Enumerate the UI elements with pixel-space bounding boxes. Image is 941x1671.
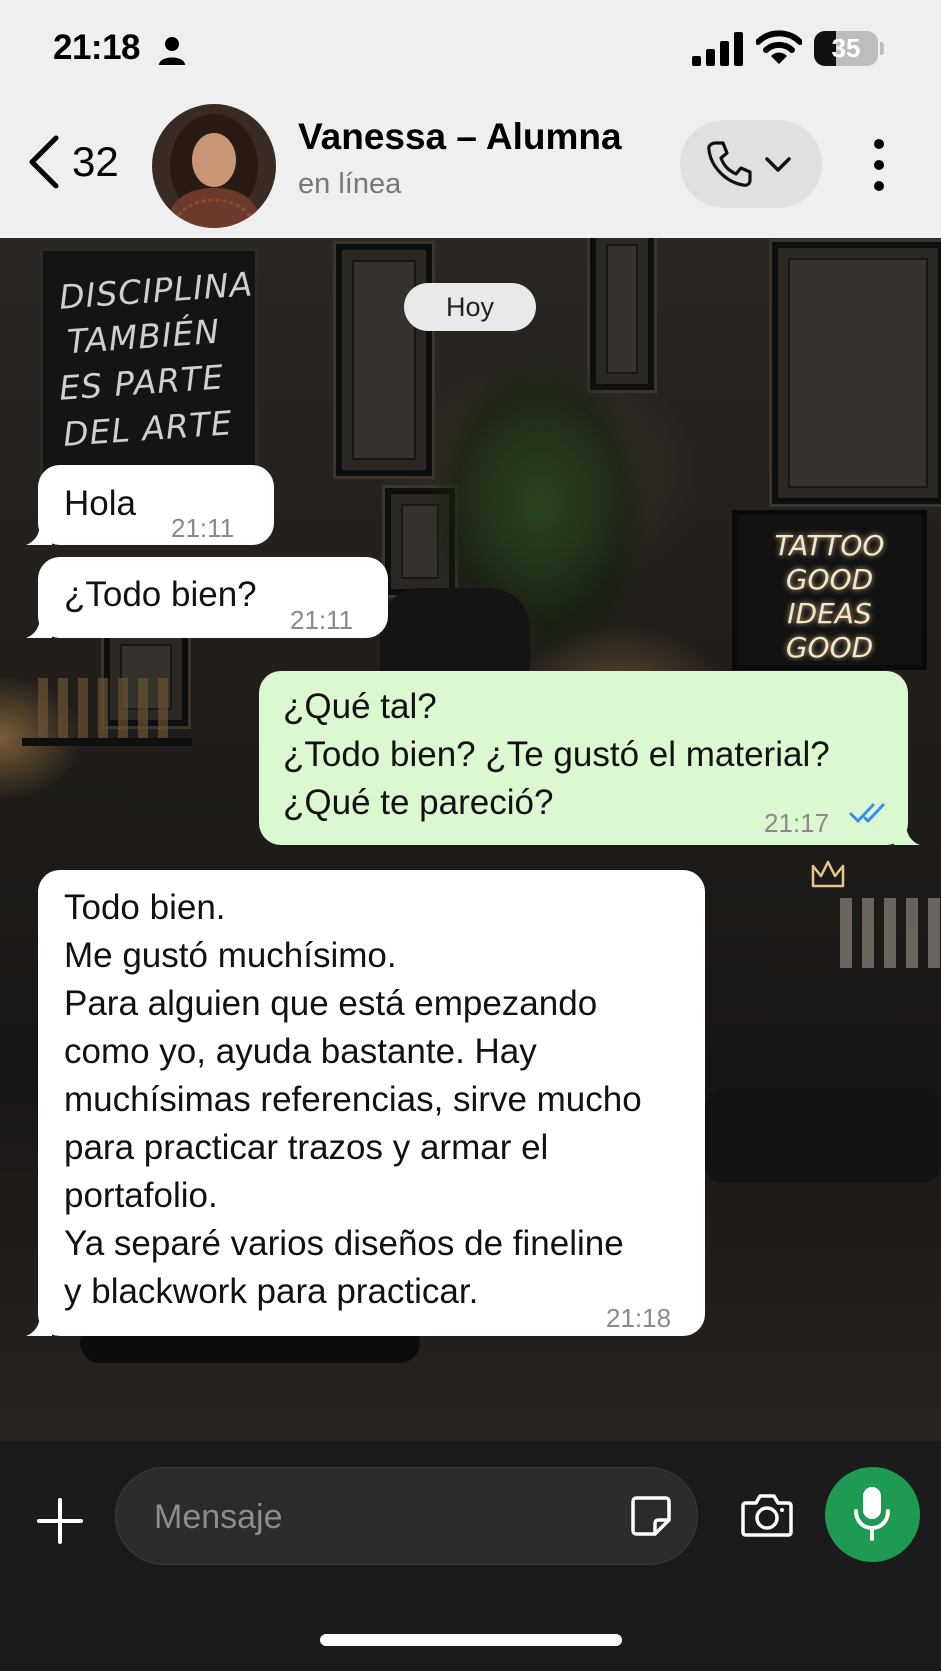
chalkboard-line: DEL ARTE — [61, 403, 234, 454]
message-input-container — [115, 1467, 698, 1566]
neon-line: GOOD — [785, 631, 874, 661]
person-icon — [159, 37, 185, 65]
chat-header: 21:18 35 32 Vanessa – Alumna en línea — [0, 0, 941, 238]
message-text: ¿Todo bien? — [64, 575, 257, 614]
status-time: 21:18 — [53, 28, 141, 67]
chevron-left-icon — [29, 135, 59, 189]
back-button[interactable]: 32 — [26, 128, 136, 198]
microphone-icon — [854, 1487, 890, 1541]
battery-percentage: 35 — [831, 33, 861, 63]
message-incoming[interactable]: Hola 21:11 — [26, 465, 274, 545]
contact-avatar[interactable] — [152, 104, 276, 228]
message-text: ¿Qué tal? ¿Todo bien? ¿Te gustó el mater… — [283, 687, 830, 822]
more-options-icon[interactable] — [866, 138, 892, 192]
wallpaper-shelf — [22, 738, 192, 746]
message-time: 21:11 — [290, 605, 354, 635]
wallpaper-heart-frame — [772, 242, 941, 504]
wallpaper-bottles — [840, 898, 940, 968]
cellular-signal-icon — [692, 32, 743, 66]
date-separator: Hoy — [404, 283, 536, 331]
voice-message-button[interactable] — [825, 1467, 920, 1562]
avatar-photo — [152, 104, 276, 228]
chalkboard-line: ES PARTE — [57, 357, 226, 408]
message-text: Hola — [64, 484, 136, 523]
camera-icon[interactable] — [740, 1491, 794, 1539]
message-incoming[interactable]: ¿Todo bien? 21:11 — [26, 557, 388, 638]
phone-icon — [707, 141, 752, 187]
wallpaper-bottles — [38, 678, 178, 738]
contact-name[interactable]: Vanessa – Alumna — [298, 116, 622, 158]
chalkboard-line: TAMBIÉN — [65, 311, 222, 362]
message-outgoing[interactable]: ¿Qué tal? ¿Todo bien? ¿Te gustó el mater… — [259, 671, 920, 845]
message-time: 21:11 — [171, 513, 235, 543]
wallpaper-neon-sign: TATTOO GOOD IDEAS GOOD — [732, 510, 927, 670]
double-check-read-icon — [849, 803, 885, 823]
message-text: Todo bien. Me gustó muchísimo. Para algu… — [64, 888, 642, 1311]
message-time: 21:18 — [606, 1303, 672, 1333]
neon-line: TATTOO — [774, 529, 885, 562]
wallpaper-frame — [336, 244, 432, 476]
message-input-bar — [0, 1441, 941, 1671]
wifi-icon — [756, 30, 802, 64]
sticker-icon[interactable] — [629, 1494, 673, 1538]
call-button[interactable] — [680, 120, 822, 208]
plus-icon[interactable] — [36, 1497, 84, 1545]
chalkboard-line: DISCIPLINA — [57, 264, 255, 317]
home-indicator[interactable] — [320, 1634, 622, 1646]
crown-icon — [811, 860, 845, 888]
neon-line: GOOD — [785, 563, 874, 596]
message-input[interactable] — [152, 1468, 596, 1566]
battery-indicator: 35 — [814, 31, 884, 66]
wallpaper-bench — [705, 1088, 941, 1183]
chevron-down-icon — [765, 157, 791, 172]
contact-status: en línea — [298, 168, 402, 200]
unread-count: 32 — [72, 138, 119, 185]
message-incoming[interactable]: Todo bien. Me gustó muchísimo. Para algu… — [26, 870, 705, 1336]
message-time: 21:17 — [764, 808, 830, 838]
neon-line: IDEAS — [787, 597, 872, 630]
